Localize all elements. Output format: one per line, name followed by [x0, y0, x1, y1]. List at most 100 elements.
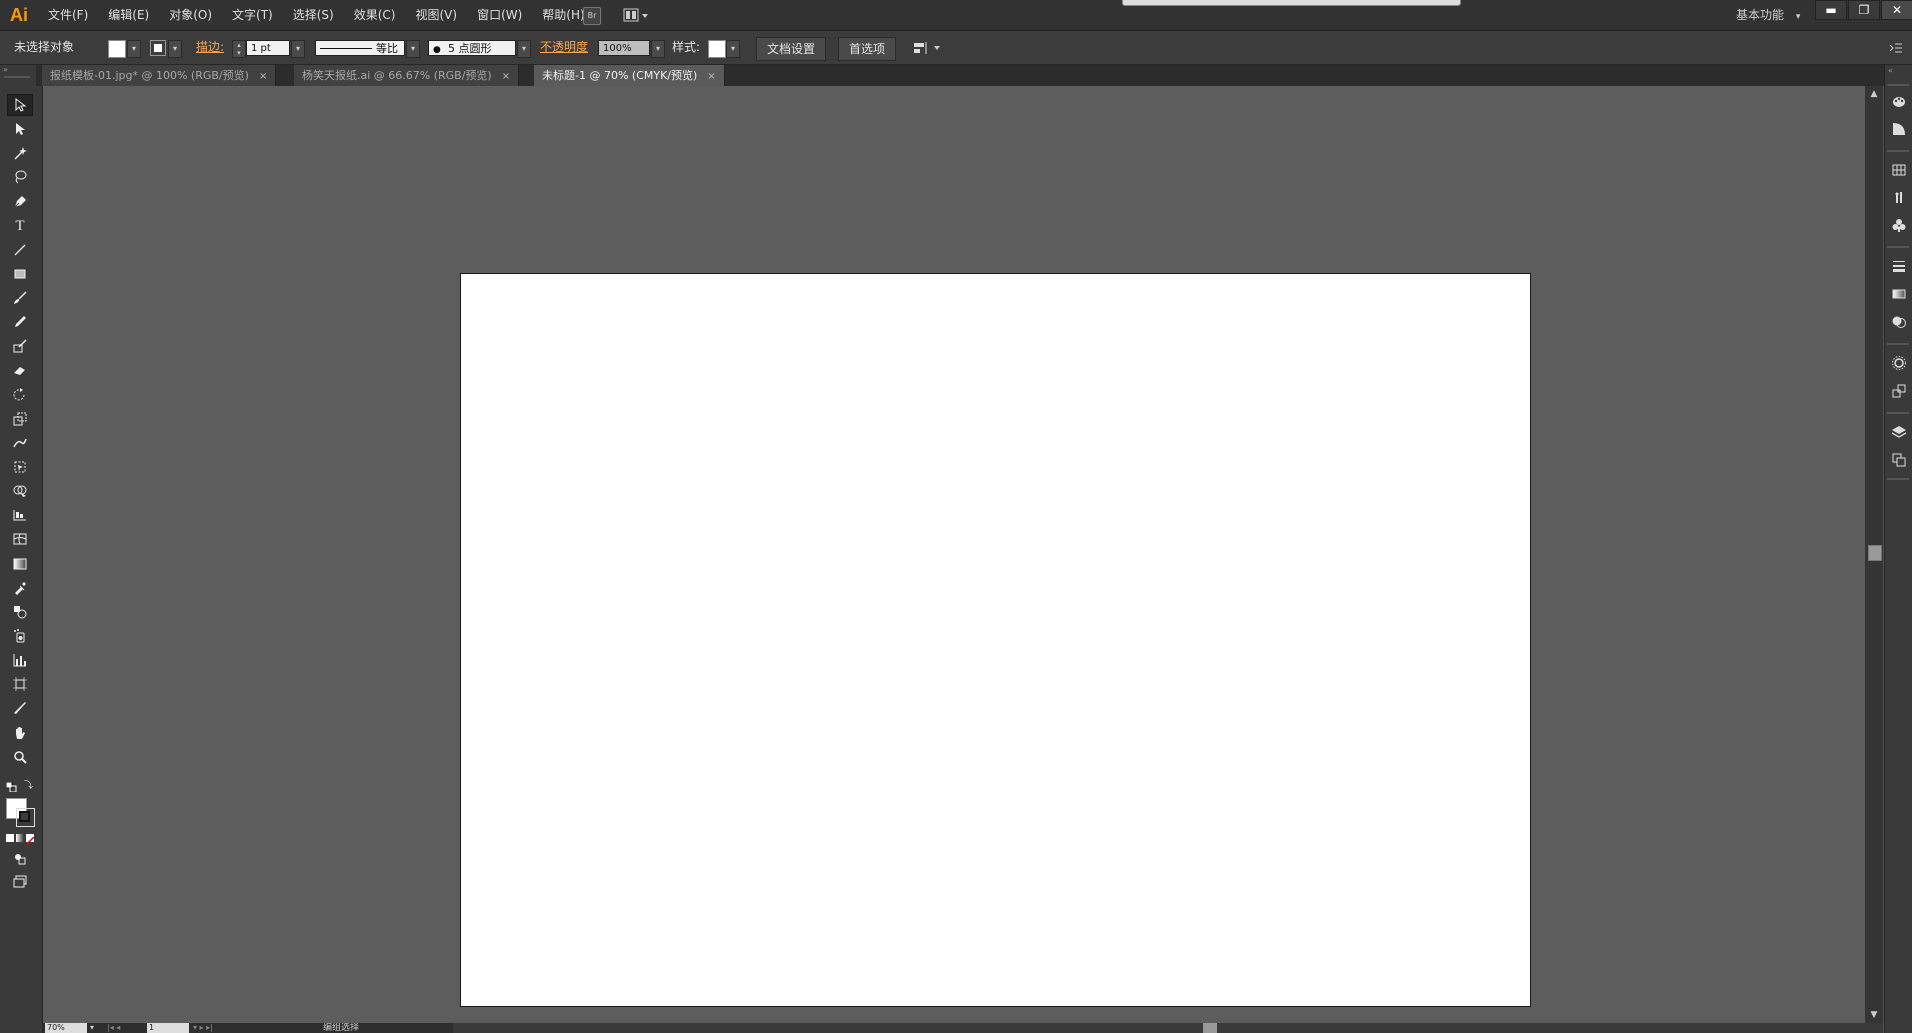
magic-wand-tool[interactable]	[7, 142, 33, 164]
menu-object[interactable]: 对象(O)	[159, 0, 222, 30]
artboards-panel-button[interactable]	[1890, 451, 1908, 469]
document-setup-button[interactable]: 文档设置	[756, 37, 827, 61]
bridge-button[interactable]: Br	[583, 7, 601, 25]
lasso-tool[interactable]	[7, 166, 33, 188]
transparency-panel-button[interactable]	[1890, 313, 1908, 331]
artboard-number-field[interactable]: 1	[147, 1023, 189, 1033]
menu-file[interactable]: 文件(F)	[38, 0, 98, 30]
artboard[interactable]	[460, 273, 1531, 1007]
opacity-field[interactable]: 100%	[598, 40, 650, 56]
toolbox-collapse-icon[interactable]: »	[3, 66, 39, 74]
opacity-panel-link[interactable]: 不透明度	[540, 31, 588, 64]
menu-effect[interactable]: 效果(C)	[344, 0, 406, 30]
restore-button[interactable]: ❐	[1848, 0, 1880, 20]
menu-window[interactable]: 窗口(W)	[467, 0, 532, 30]
tab-document-2[interactable]: 杨笑天报纸.ai @ 66.67% (RGB/预览) ×	[294, 65, 520, 86]
search-box[interactable]	[1122, 0, 1461, 6]
graphic-style-dropdown[interactable]: ▾	[726, 40, 740, 58]
zoom-level-field[interactable]: 70%	[45, 1023, 87, 1033]
dock-collapse-icon[interactable]: «	[1888, 67, 1910, 75]
rotate-tool[interactable]	[7, 384, 33, 406]
opacity-dropdown[interactable]: ▾	[651, 40, 665, 58]
gradient-panel-button[interactable]	[1890, 285, 1908, 303]
minimize-button[interactable]: ▬	[1815, 0, 1847, 20]
perspective-grid-tool[interactable]	[7, 504, 33, 526]
graphic-styles-panel-button[interactable]	[1890, 382, 1908, 400]
vertical-scrollbar[interactable]: ▲ ▼	[1865, 86, 1883, 1023]
blob-brush-tool[interactable]	[7, 335, 33, 357]
close-button[interactable]: ✕	[1881, 0, 1912, 20]
stroke-dropdown-arrow[interactable]: ▾	[168, 40, 182, 58]
horizontal-scrollbar[interactable]	[453, 1023, 1883, 1033]
eyedropper-tool[interactable]	[7, 577, 33, 599]
brushes-panel-button[interactable]	[1890, 188, 1908, 206]
stroke-color-box[interactable]	[16, 808, 35, 827]
workspace-switcher[interactable]: 基本功能 ▾	[1736, 0, 1800, 30]
artboard-nav-prev[interactable]: |◂ ◂	[107, 1023, 147, 1033]
gradient-mode-icon[interactable]	[16, 834, 24, 842]
stroke-swatch[interactable]	[150, 40, 166, 56]
symbol-sprayer-tool[interactable]	[7, 625, 33, 647]
menu-view[interactable]: 视图(V)	[405, 0, 467, 30]
symbols-panel-button[interactable]	[1890, 216, 1908, 234]
stroke-panel-button[interactable]	[1890, 257, 1908, 275]
drawing-modes-button[interactable]	[7, 848, 33, 870]
swatches-panel-button[interactable]	[1890, 161, 1908, 179]
tab-document-1[interactable]: 报纸模板-01.jpg* @ 100% (RGB/预览) ×	[42, 65, 277, 86]
stroke-weight-stepper[interactable]: ▴ ▾	[232, 40, 246, 58]
graphic-style-swatch[interactable]	[708, 40, 726, 58]
blend-tool[interactable]	[7, 601, 33, 623]
default-fill-stroke-button[interactable]	[5, 781, 17, 793]
direct-selection-tool[interactable]	[7, 118, 33, 140]
color-guide-panel-button[interactable]	[1890, 120, 1908, 138]
type-tool[interactable]: T	[7, 215, 33, 237]
profile-dropdown[interactable]: ▾	[406, 40, 420, 58]
rectangle-tool[interactable]	[7, 263, 33, 285]
gradient-tool[interactable]	[7, 553, 33, 575]
shape-builder-tool[interactable]	[7, 480, 33, 502]
menu-select[interactable]: 选择(S)	[283, 0, 344, 30]
artboard-nav-next[interactable]: ▾ ▸ ▸|	[193, 1023, 233, 1033]
pen-tool[interactable]	[7, 191, 33, 213]
warp-tool[interactable]	[7, 432, 33, 454]
variable-width-profile[interactable]: 等比	[315, 40, 405, 56]
tab-document-3[interactable]: 未标题-1 @ 70% (CMYK/预览) ×	[534, 65, 725, 86]
fill-dropdown-arrow[interactable]: ▾	[127, 40, 141, 58]
slice-tool[interactable]	[7, 697, 33, 719]
scroll-up-arrow-icon[interactable]: ▲	[1869, 89, 1879, 99]
align-options-button[interactable]	[912, 39, 942, 57]
screen-mode-button[interactable]	[7, 870, 33, 892]
horizontal-scrollbar-thumb[interactable]	[1203, 1023, 1217, 1033]
toolbox-grip[interactable]	[4, 76, 30, 78]
free-transform-tool[interactable]	[7, 456, 33, 478]
canvas-area[interactable]	[43, 86, 1865, 1023]
menu-edit[interactable]: 编辑(E)	[98, 0, 159, 30]
color-mode-icon[interactable]	[6, 834, 14, 842]
status-text[interactable]: 编组选择	[323, 1023, 359, 1033]
eraser-tool[interactable]	[7, 359, 33, 381]
appearance-panel-button[interactable]	[1890, 354, 1908, 372]
stroke-weight-field[interactable]: 1 pt	[246, 40, 290, 56]
paintbrush-tool[interactable]	[7, 287, 33, 309]
fill-swatch[interactable]	[108, 40, 126, 58]
arrange-documents-button[interactable]	[622, 6, 652, 24]
column-graph-tool[interactable]	[7, 649, 33, 671]
close-icon[interactable]: ×	[259, 71, 267, 82]
close-icon[interactable]: ×	[502, 71, 510, 82]
stroke-panel-link[interactable]: 描边:	[196, 31, 224, 64]
zoom-dropdown-arrow[interactable]: ▾	[90, 1023, 100, 1033]
stroke-weight-dropdown[interactable]: ▾	[291, 40, 305, 58]
brush-dropdown[interactable]: ▾	[517, 40, 531, 58]
pencil-tool[interactable]	[7, 311, 33, 333]
preferences-button[interactable]: 首选项	[838, 37, 897, 61]
mesh-tool[interactable]	[7, 528, 33, 550]
menu-type[interactable]: 文字(T)	[222, 0, 283, 30]
color-panel-button[interactable]	[1890, 92, 1908, 110]
layers-panel-button[interactable]	[1890, 423, 1908, 441]
scrollbar-thumb[interactable]	[1868, 545, 1882, 561]
artboard-tool[interactable]	[7, 673, 33, 695]
scale-tool[interactable]	[7, 408, 33, 430]
scroll-down-arrow-icon[interactable]: ▼	[1869, 1010, 1879, 1020]
hand-tool[interactable]	[7, 722, 33, 744]
panel-menu-button[interactable]	[1888, 40, 1904, 56]
